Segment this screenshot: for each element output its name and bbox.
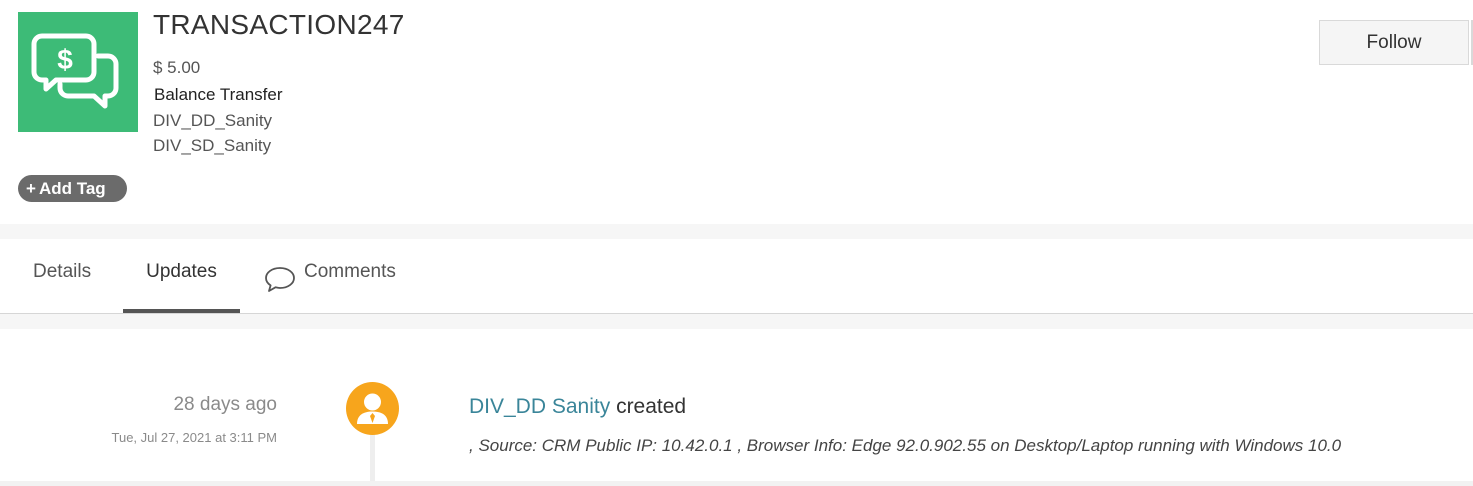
tab-updates-label: Updates — [146, 261, 217, 282]
timeline-line — [370, 429, 375, 486]
update-timestamp: Tue, Jul 27, 2021 at 3:11 PM — [111, 430, 278, 445]
add-tag-label: Add Tag — [38, 179, 106, 198]
tab-bar: Details Updates Comments — [0, 239, 1473, 314]
svg-text:$: $ — [57, 44, 73, 75]
add-tag-button[interactable]: + Add Tag — [18, 175, 127, 202]
tab-details[interactable]: Details — [33, 239, 91, 313]
tab-updates[interactable]: Updates — [123, 239, 240, 313]
update-relative-time: 28 days ago — [173, 394, 277, 415]
tab-comments-label: Comments — [304, 261, 396, 282]
record-header: $ TRANSACTION247 $ 5.00 Balance Transfer… — [0, 0, 1473, 224]
section-divider — [0, 314, 1473, 329]
record-owner: DIV_SD_Sanity — [153, 136, 272, 155]
money-chat-icon: $ — [18, 12, 138, 132]
comment-bubble-icon — [264, 255, 296, 321]
record-type: Balance Transfer — [154, 85, 283, 104]
active-tab-indicator — [123, 309, 240, 313]
record-owner: DIV_DD_Sanity — [153, 111, 273, 130]
follow-button[interactable]: Follow — [1319, 20, 1469, 65]
update-action: created — [616, 395, 687, 418]
update-title: DIV_DD Sanity created — [469, 395, 686, 419]
section-divider — [0, 481, 1473, 486]
update-detail: , Source: CRM Public IP: 10.42.0.1 , Bro… — [469, 436, 1342, 455]
updates-feed: 28 days ago Tue, Jul 27, 2021 at 3:11 PM… — [0, 329, 1473, 486]
update-actor-link[interactable]: DIV_DD Sanity — [469, 395, 610, 418]
user-avatar-icon — [346, 382, 399, 435]
section-divider — [0, 224, 1473, 239]
plus-icon: + — [26, 179, 36, 198]
record-amount: $ 5.00 — [153, 58, 201, 77]
record-title: TRANSACTION247 — [153, 9, 405, 40]
